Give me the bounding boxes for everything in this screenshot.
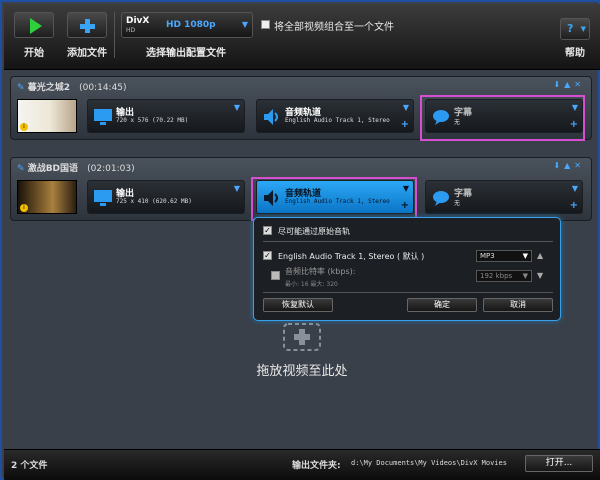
video-title: ✎ 暮光之城2 (00:14:45) xyxy=(17,83,127,93)
help-button[interactable]: ? ▼ xyxy=(560,18,590,40)
output-size: 720 x 576 (70.22 MB) xyxy=(116,117,189,124)
pass-through-label: 尽可能通过原始音轨 xyxy=(278,227,350,236)
row-controls[interactable]: ⬇▲✕ xyxy=(553,161,585,170)
output-folder-label: 输出文件夹: xyxy=(292,461,341,471)
video-duration: (00:14:45) xyxy=(79,83,127,93)
bitrate-label: 音频比特率 (kbps): xyxy=(285,267,356,276)
move-up-icon[interactable]: ▲ xyxy=(537,251,543,260)
edit-icon[interactable]: ✎ xyxy=(17,83,25,93)
video-title: ✎ 激战BD国语 (02:01:03) xyxy=(17,164,135,174)
open-folder-button[interactable]: 打开... xyxy=(525,455,593,472)
profile-value: HD 1080p xyxy=(166,20,216,30)
drop-zone-text: 拖放视频至此处 xyxy=(256,364,348,379)
plus-icon[interactable]: + xyxy=(401,119,409,130)
divider xyxy=(263,241,553,242)
toolbar-divider xyxy=(114,12,115,58)
toolbar: 开始 添加文件 DivX HD HD 1080p ▼ 选择输出配置文件 将全部视… xyxy=(4,4,600,70)
help-label: 帮助 xyxy=(565,48,585,59)
track-checkbox[interactable]: ✓ xyxy=(263,251,272,260)
add-video-icon xyxy=(283,323,321,351)
plus-icon xyxy=(80,19,95,33)
start-button[interactable] xyxy=(14,12,54,38)
info-icon[interactable]: i xyxy=(20,204,28,212)
play-icon xyxy=(30,18,42,34)
profile-select[interactable]: DivX HD HD 1080p ▼ xyxy=(121,12,253,38)
speaker-icon xyxy=(264,109,278,125)
help-icon: ? xyxy=(567,22,574,35)
chevron-down-icon: ▼ xyxy=(241,20,248,29)
monitor-icon xyxy=(94,190,112,206)
cancel-button[interactable]: 取消 xyxy=(483,298,553,312)
subtitle-panel[interactable]: 字幕 无 ▼ + xyxy=(425,180,583,214)
combine-checkbox[interactable] xyxy=(261,20,270,29)
chevron-down-icon: ▼ xyxy=(580,25,586,33)
app-window: 开始 添加文件 DivX HD HD 1080p ▼ 选择输出配置文件 将全部视… xyxy=(0,0,600,480)
codec-select[interactable]: MP3 ▼ xyxy=(476,250,532,262)
divx-logo-sub: HD xyxy=(126,27,136,34)
divider xyxy=(263,292,553,293)
track-label: English Audio Track 1, Stereo ( 默认 ) xyxy=(278,252,425,261)
subtitle-highlight xyxy=(420,95,585,141)
bitrate-select[interactable]: 192 kbps ▼ xyxy=(476,270,532,282)
file-count: 2 个文件 xyxy=(11,461,48,471)
monitor-icon xyxy=(94,109,112,125)
info-icon[interactable]: i xyxy=(20,123,28,131)
video-thumbnail: i xyxy=(17,99,77,133)
pass-through-checkbox[interactable]: ✓ xyxy=(263,226,272,235)
reset-button[interactable]: 恢复默认 xyxy=(263,298,333,312)
move-down-icon[interactable]: ▼ xyxy=(537,271,543,280)
output-folder-path: d:\My Documents\My Videos\DivX Movies xyxy=(351,459,507,467)
output-panel[interactable]: 输出 720 x 576 (70.22 MB) ▼ xyxy=(87,99,245,133)
status-bar: 2 个文件 输出文件夹: d:\My Documents\My Videos\D… xyxy=(4,449,600,480)
chevron-down-icon[interactable]: ▼ xyxy=(572,184,578,193)
bitrate-checkbox[interactable] xyxy=(271,271,280,280)
audio-settings-popup: ✓ 尽可能通过原始音轨 ✓ English Audio Track 1, Ste… xyxy=(253,217,561,321)
speech-bubble-icon xyxy=(433,191,449,206)
audio-highlight xyxy=(251,177,417,221)
chevron-down-icon[interactable]: ▼ xyxy=(403,103,409,112)
combine-label: 将全部视频组合至一个文件 xyxy=(274,22,394,33)
ok-button[interactable]: 确定 xyxy=(407,298,477,312)
add-file-button[interactable] xyxy=(67,12,107,38)
add-file-label: 添加文件 xyxy=(67,48,107,59)
divx-logo: DivX xyxy=(126,16,150,26)
output-size: 725 x 410 (620.62 MB) xyxy=(116,198,192,205)
edit-icon[interactable]: ✎ xyxy=(17,164,25,174)
start-label: 开始 xyxy=(24,48,44,59)
subtitle-value: 无 xyxy=(454,200,461,207)
video-thumbnail: i xyxy=(17,180,77,214)
video-duration: (02:01:03) xyxy=(87,164,135,174)
chevron-down-icon: ▼ xyxy=(522,272,528,280)
row-controls[interactable]: ⬇▲✕ xyxy=(553,80,585,89)
chevron-down-icon: ▼ xyxy=(522,252,528,260)
audio-panel[interactable]: 音频轨道 English Audio Track 1, Stereo ▼ + xyxy=(256,99,414,133)
chevron-down-icon[interactable]: ▼ xyxy=(234,103,240,112)
profile-label: 选择输出配置文件 xyxy=(146,48,226,59)
plus-icon[interactable]: + xyxy=(570,200,578,211)
output-panel[interactable]: 输出 725 x 410 (620.62 MB) ▼ xyxy=(87,180,245,214)
bitrate-range: 最小: 16 最大: 320 xyxy=(285,281,338,288)
chevron-down-icon[interactable]: ▼ xyxy=(234,184,240,193)
audio-track: English Audio Track 1, Stereo xyxy=(285,117,390,124)
